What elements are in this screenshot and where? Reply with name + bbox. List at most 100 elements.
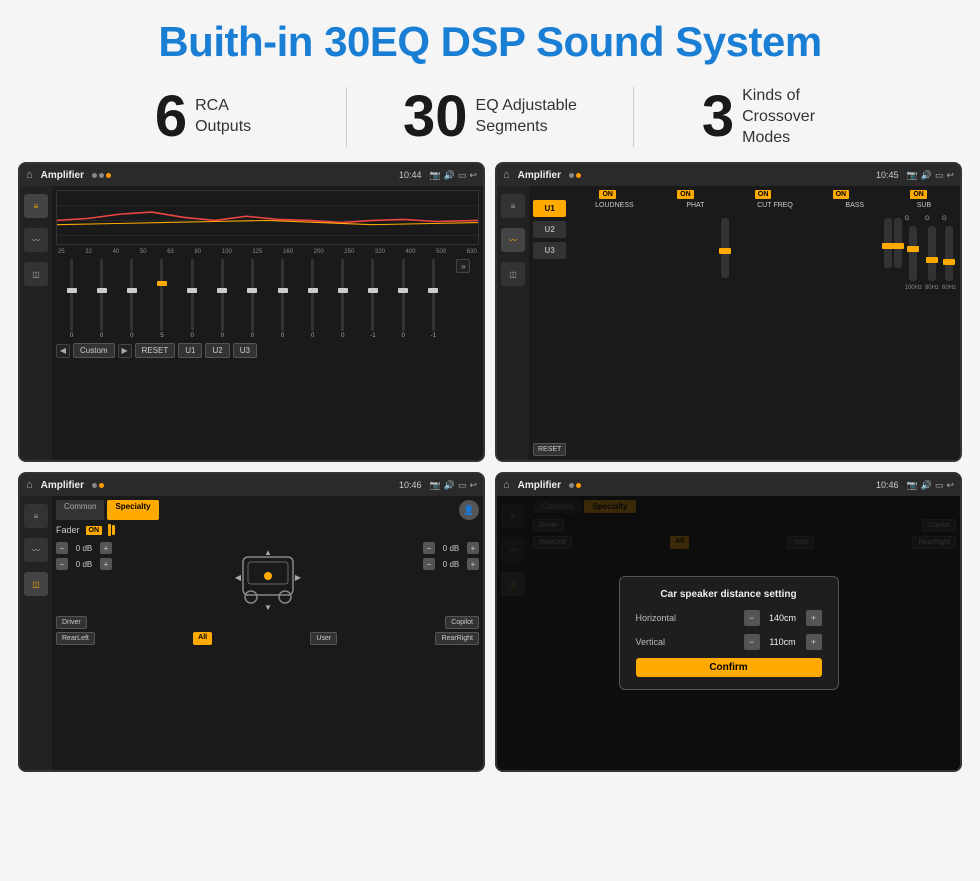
fader-on-toggle[interactable]: ON — [86, 526, 103, 535]
thumb-7[interactable] — [247, 288, 257, 293]
eq-slider-9: 0 — [299, 259, 326, 339]
on-sub[interactable]: ON — [910, 190, 927, 199]
db-plus-4[interactable]: + — [467, 558, 479, 570]
eq-side-icon-2[interactable]: 〰 — [24, 228, 48, 252]
freq-500: 500 — [436, 249, 446, 255]
u1-crossover-btn[interactable]: U1 — [533, 200, 566, 217]
db-minus-2[interactable]: − — [56, 558, 68, 570]
volume-icon-2: 🔊 — [921, 170, 932, 181]
thumb-loudness[interactable] — [719, 248, 731, 254]
freq-25: 25 — [58, 249, 65, 255]
thumb-sub[interactable] — [943, 259, 955, 265]
fader-header: Fader ON — [56, 524, 479, 536]
all-btn[interactable]: All — [193, 632, 212, 645]
db-plus-1[interactable]: + — [100, 542, 112, 554]
thumb-phat2[interactable] — [892, 243, 904, 249]
thumb-3[interactable] — [127, 288, 137, 293]
track-7[interactable] — [251, 259, 254, 331]
thumb-6[interactable] — [217, 288, 227, 293]
vslider-phat1[interactable] — [884, 218, 892, 268]
bass-hz: 80Hz — [925, 285, 939, 291]
thumb-2[interactable] — [97, 288, 107, 293]
thumb-12[interactable] — [398, 288, 408, 293]
horizontal-minus-btn[interactable]: − — [744, 610, 760, 626]
reset-button[interactable]: RESET — [135, 343, 176, 358]
track-1[interactable] — [70, 259, 73, 331]
u2-crossover-btn[interactable]: U2 — [533, 221, 566, 238]
driver-btn[interactable]: Driver — [56, 616, 87, 629]
preset-custom[interactable]: Custom — [73, 343, 115, 358]
track-13[interactable] — [432, 259, 435, 331]
track-11[interactable] — [371, 259, 374, 331]
vslider-loudness[interactable] — [721, 218, 729, 278]
freq-32: 32 — [85, 249, 92, 255]
db-minus-1[interactable]: − — [56, 542, 68, 554]
label-bass: BASS — [845, 202, 864, 209]
thumb-8[interactable] — [278, 288, 288, 293]
profile-icon[interactable]: 👤 — [459, 500, 479, 520]
thumb-5[interactable] — [187, 288, 197, 293]
svg-text:◀: ◀ — [234, 573, 241, 582]
home-icon-2: ⌂ — [503, 169, 510, 181]
next-button[interactable]: ▶ — [118, 344, 132, 358]
thumb-10[interactable] — [338, 288, 348, 293]
vslider-phat2[interactable] — [894, 218, 902, 268]
fader-side-2[interactable]: 〰 — [24, 538, 48, 562]
track-9[interactable] — [311, 259, 314, 331]
track-12[interactable] — [402, 259, 405, 331]
eq-side-icon-1[interactable]: ≡ — [24, 194, 48, 218]
prev-button[interactable]: ◀ — [56, 344, 70, 358]
u1-button[interactable]: U1 — [178, 343, 202, 358]
vertical-plus-btn[interactable]: + — [806, 634, 822, 650]
track-5[interactable] — [191, 259, 194, 331]
thumb-4[interactable] — [157, 281, 167, 286]
on-bass[interactable]: ON — [833, 190, 850, 199]
thumb-11[interactable] — [368, 288, 378, 293]
track-4[interactable] — [160, 259, 163, 331]
db-plus-3[interactable]: + — [467, 542, 479, 554]
track-8[interactable] — [281, 259, 284, 331]
cross-side-3[interactable]: ◫ — [501, 262, 525, 286]
expand-arrow[interactable]: » — [456, 259, 470, 273]
on-cutfreq[interactable]: ON — [755, 190, 772, 199]
eq-side-icon-3[interactable]: ◫ — [24, 262, 48, 286]
sub-col: G 60Hz — [942, 216, 956, 291]
u3-button[interactable]: U3 — [233, 343, 257, 358]
u3-crossover-btn[interactable]: U3 — [533, 242, 566, 259]
track-6[interactable] — [221, 259, 224, 331]
confirm-button[interactable]: Confirm — [636, 658, 822, 677]
rearright-btn[interactable]: RearRight — [435, 632, 479, 645]
screens-grid: ⌂ Amplifier 10:44 📷 🔊 ▭ ↩ ≡ 〰 — [0, 162, 980, 782]
vslider-cutfreq[interactable] — [909, 226, 917, 281]
track-2[interactable] — [100, 259, 103, 331]
thumb-bass[interactable] — [926, 257, 938, 263]
db-plus-2[interactable]: + — [100, 558, 112, 570]
rearleft-btn[interactable]: RearLeft — [56, 632, 95, 645]
thumb-cutfreq[interactable] — [907, 246, 919, 252]
cross-side-1[interactable]: ≡ — [501, 194, 525, 218]
horizontal-plus-btn[interactable]: + — [806, 610, 822, 626]
vertical-minus-btn[interactable]: − — [744, 634, 760, 650]
track-3[interactable] — [130, 259, 133, 331]
db-minus-3[interactable]: − — [423, 542, 435, 554]
vslider-bass[interactable] — [928, 226, 936, 281]
eq-graph — [56, 190, 479, 245]
label-cutfreq: CUT FREQ — [757, 202, 793, 209]
on-loudness[interactable]: ON — [599, 190, 616, 199]
vslider-sub[interactable] — [945, 226, 953, 281]
fader-side-1[interactable]: ≡ — [24, 504, 48, 528]
cross-side-2[interactable]: 〰 — [501, 228, 525, 252]
track-10[interactable] — [341, 259, 344, 331]
user-btn[interactable]: User — [310, 632, 337, 645]
copilot-btn[interactable]: Copilot — [445, 616, 479, 629]
fader-side-3[interactable]: ◫ — [24, 572, 48, 596]
tab-common[interactable]: Common — [56, 500, 104, 520]
tab-specialty[interactable]: Specialty — [107, 500, 158, 520]
crossover-reset-btn[interactable]: RESET — [533, 443, 566, 456]
thumb-9[interactable] — [308, 288, 318, 293]
db-minus-4[interactable]: − — [423, 558, 435, 570]
on-phat[interactable]: ON — [677, 190, 694, 199]
thumb-1[interactable] — [67, 288, 77, 293]
thumb-13[interactable] — [428, 288, 438, 293]
u2-button[interactable]: U2 — [205, 343, 229, 358]
